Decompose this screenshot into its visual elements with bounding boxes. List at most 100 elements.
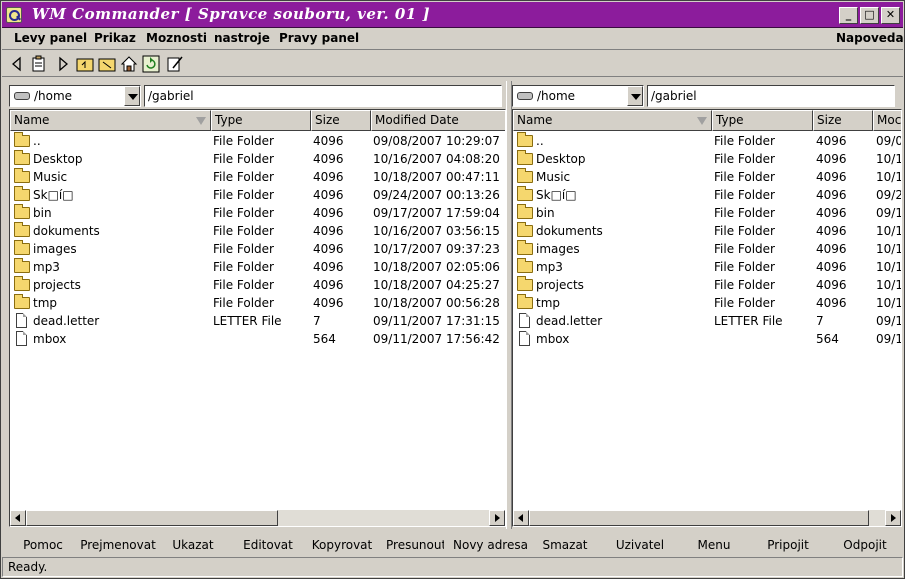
scroll-thumb[interactable]	[26, 510, 278, 526]
table-row[interactable]: mp3 File Folder 4096 10/1	[513, 258, 901, 276]
folder-icon	[517, 168, 533, 183]
refresh-icon[interactable]	[142, 55, 160, 73]
file-type: File Folder	[714, 134, 775, 148]
right-horizontal-scrollbar[interactable]	[513, 510, 901, 526]
table-row[interactable]: tmp File Folder 4096 10/1	[513, 294, 901, 312]
table-row[interactable]: dokuments File Folder 4096 10/1	[513, 222, 901, 240]
file-type: File Folder	[714, 224, 775, 238]
table-row[interactable]: Desktop File Folder 4096 10/1	[513, 150, 901, 168]
fn-button-kopyrovat[interactable]: Kopyrovat	[311, 536, 373, 554]
table-row[interactable]: bin File Folder 4096 09/1	[513, 204, 901, 222]
file-name: tmp	[33, 296, 58, 310]
file-name: Desktop	[536, 152, 586, 166]
back-icon[interactable]	[8, 55, 26, 73]
folder-icon	[14, 150, 30, 165]
edit-icon[interactable]	[166, 55, 184, 73]
fn-button-ukazat[interactable]: Ukazat	[170, 536, 216, 554]
scroll-left-icon[interactable]	[513, 510, 529, 526]
fn-button-smazat[interactable]: Smazat	[542, 536, 588, 554]
fn-button-prejmenovat[interactable]: Prejmenovat	[80, 536, 156, 554]
fn-button-pomoc[interactable]: Pomoc	[21, 536, 65, 554]
scroll-left-icon[interactable]	[10, 510, 26, 526]
fn-button-uzivatel[interactable]: Uzivatel	[615, 536, 665, 554]
right-list-header: Name Type Size Moc	[513, 110, 901, 131]
table-row[interactable]: images File Folder 4096 10/17/2007 09:37:23	[10, 240, 505, 258]
right-file-list[interactable]: Name Type Size Moc .. File Folder 4096 09/0…	[512, 109, 902, 527]
scroll-right-icon[interactable]	[885, 510, 901, 526]
scroll-thumb[interactable]	[529, 510, 869, 526]
file-type: File Folder	[213, 242, 274, 256]
menu-options[interactable]: Moznosti	[146, 31, 207, 45]
table-row[interactable]: Music File Folder 4096 10/1	[513, 168, 901, 186]
column-size[interactable]: Size	[813, 110, 873, 131]
fn-button-novy-adresa[interactable]: Novy adresa	[453, 536, 527, 554]
file-size: 4096	[313, 188, 344, 202]
left-drive-select[interactable]: /home	[9, 85, 141, 107]
menu-right-panel[interactable]: Pravy panel	[279, 31, 359, 45]
scroll-right-icon[interactable]	[489, 510, 505, 526]
file-modified: 10/1	[876, 260, 902, 274]
table-row[interactable]: mbox 564 09/11/2007 17:56:42	[10, 330, 505, 348]
table-row[interactable]: projects File Folder 4096 10/18/2007 04:25:…	[10, 276, 505, 294]
column-type[interactable]: Type	[211, 110, 311, 131]
table-row[interactable]: Desktop File Folder 4096 10/16/2007 04:08:2…	[10, 150, 505, 168]
title-bar[interactable]: WM Commander [ Spravce souboru, ver. 01 …	[2, 2, 903, 28]
home-icon[interactable]	[120, 55, 138, 73]
file-size: 4096	[313, 134, 344, 148]
fn-button-editovat[interactable]: Editovat	[242, 536, 294, 554]
folder-open-icon[interactable]	[98, 55, 116, 73]
table-row[interactable]: images File Folder 4096 10/1	[513, 240, 901, 258]
folder-icon	[517, 186, 533, 201]
column-name[interactable]: Name	[10, 110, 211, 131]
file-name: dokuments	[536, 224, 603, 238]
column-modified[interactable]: Modified Date	[371, 110, 505, 131]
file-modified: 09/24/2007 00:13:26	[373, 188, 500, 202]
minimize-button[interactable]: _	[839, 7, 858, 24]
menu-help[interactable]: Napoveda	[836, 31, 904, 45]
table-row[interactable]: dead.letter LETTER File 7 09/11/2007 17:31:…	[10, 312, 505, 330]
file-size: 4096	[816, 278, 847, 292]
column-name[interactable]: Name	[513, 110, 712, 131]
file-modified: 10/1	[876, 170, 902, 184]
table-row[interactable]: mbox 564 09/1	[513, 330, 901, 348]
folder-icon	[14, 132, 30, 147]
file-size: 7	[313, 314, 321, 328]
left-path-input[interactable]: /gabriel	[144, 85, 502, 107]
column-modified[interactable]: Moc	[873, 110, 901, 131]
table-row[interactable]: tmp File Folder 4096 10/18/2007 00:56:28	[10, 294, 505, 312]
table-row[interactable]: .. File Folder 4096 09/08/2007 10:29:07	[10, 132, 505, 150]
fn-button-menu[interactable]: Menu	[696, 536, 732, 554]
column-type[interactable]: Type	[712, 110, 813, 131]
table-row[interactable]: projects File Folder 4096 10/1	[513, 276, 901, 294]
table-row[interactable]: Sk□í□ File Folder 4096 09/24/2007 00:13:26	[10, 186, 505, 204]
right-drive-select[interactable]: /home	[512, 85, 644, 107]
file-name: mp3	[536, 260, 563, 274]
menu-left-panel[interactable]: Levy panel	[14, 31, 87, 45]
chevron-down-icon[interactable]	[124, 86, 140, 106]
fn-button-pripojit[interactable]: Pripojit	[767, 536, 809, 554]
table-row[interactable]: Music File Folder 4096 10/18/2007 00:47:11	[10, 168, 505, 186]
fn-button-odpojit[interactable]: Odpojit	[841, 536, 889, 554]
status-bar: Ready.	[2, 557, 903, 577]
table-row[interactable]: bin File Folder 4096 09/17/2007 17:59:04	[10, 204, 505, 222]
file-size: 4096	[313, 170, 344, 184]
left-horizontal-scrollbar[interactable]	[10, 510, 505, 526]
menu-command[interactable]: Prikaz	[94, 31, 136, 45]
table-row[interactable]: dead.letter LETTER File 7 09/1	[513, 312, 901, 330]
clipboard-icon[interactable]	[30, 55, 48, 73]
left-file-list[interactable]: Name Type Size Modified Date .. File Fold…	[9, 109, 506, 527]
table-row[interactable]: mp3 File Folder 4096 10/18/2007 02:05:06	[10, 258, 505, 276]
table-row[interactable]: .. File Folder 4096 09/0	[513, 132, 901, 150]
folder-up-icon[interactable]	[76, 55, 94, 73]
fn-button-presunout[interactable]: Presunout	[386, 536, 444, 554]
file-size: 4096	[313, 152, 344, 166]
close-button[interactable]: ✕	[881, 7, 900, 24]
forward-icon[interactable]	[54, 55, 72, 73]
table-row[interactable]: dokuments File Folder 4096 10/16/2007 03:56…	[10, 222, 505, 240]
right-path-input[interactable]: /gabriel	[647, 85, 895, 107]
column-size[interactable]: Size	[311, 110, 371, 131]
maximize-button[interactable]: □	[860, 7, 879, 24]
menu-tools[interactable]: nastroje	[214, 31, 270, 45]
table-row[interactable]: Sk□í□ File Folder 4096 09/2	[513, 186, 901, 204]
chevron-down-icon[interactable]	[627, 86, 643, 106]
